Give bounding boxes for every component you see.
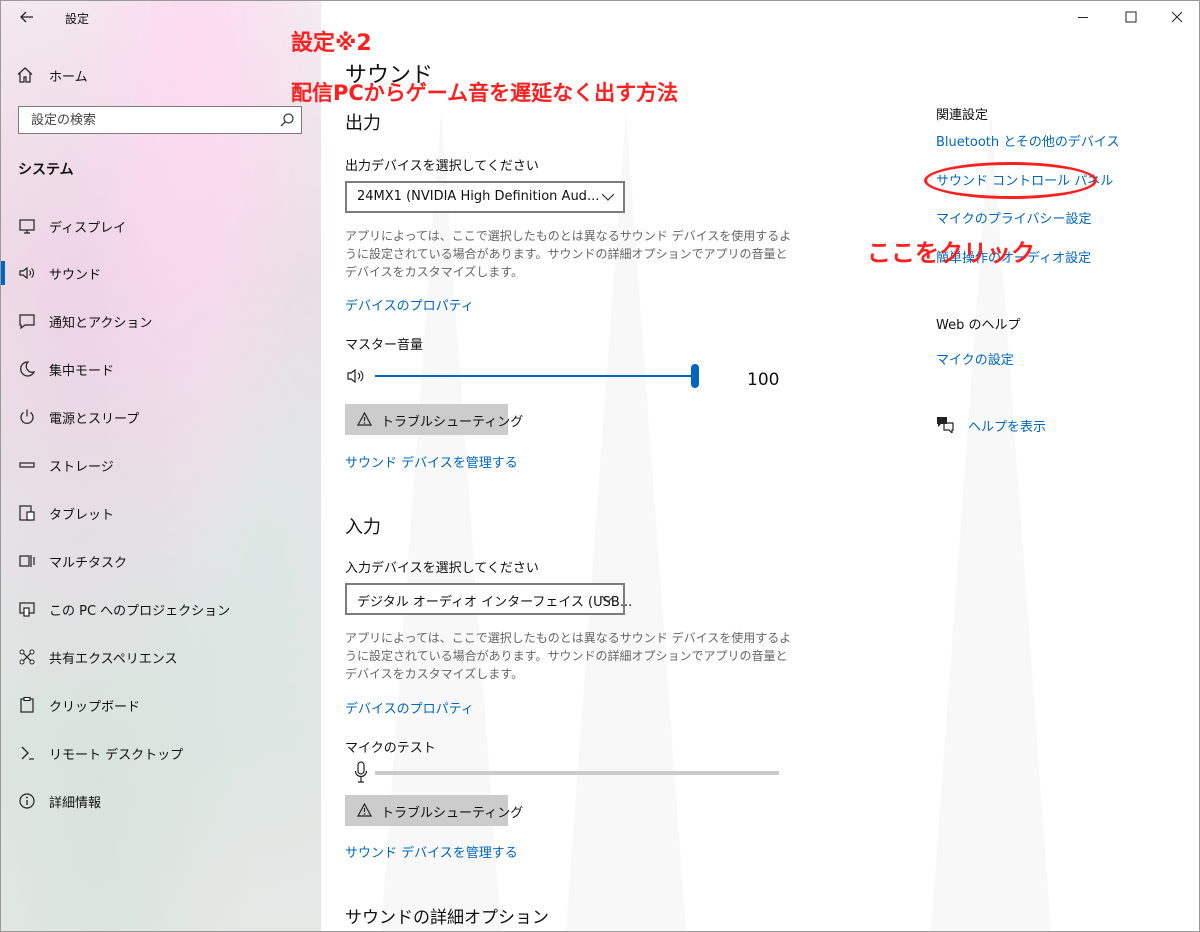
microphone-icon: [354, 761, 368, 783]
power-icon: [20, 409, 34, 424]
help-chat-icon: [937, 417, 954, 433]
search-icon[interactable]: [279, 112, 295, 128]
sidebar-item-remote-desktop[interactable]: リモート デスクトップ: [1, 735, 321, 771]
chevron-down-icon: [601, 193, 615, 201]
input-heading: 入力: [345, 517, 381, 538]
minimize-icon[interactable]: [1073, 7, 1093, 27]
input-troubleshoot-button[interactable]: トラブルシューティング: [345, 795, 523, 826]
sidebar-item-focus[interactable]: 集中モード: [1, 351, 321, 387]
close-icon[interactable]: [1167, 7, 1187, 27]
sidebar-item-label: リモート デスクトップ: [49, 748, 184, 763]
warning-icon: [357, 803, 372, 817]
sidebar-item-display[interactable]: ディスプレイ: [1, 208, 321, 244]
sidebar-item-label: 通知とアクション: [49, 316, 153, 331]
annotation-title-line1: 設定※2: [291, 31, 372, 56]
sidebar-item-clipboard[interactable]: クリップボード: [1, 687, 321, 723]
output-device-properties-link[interactable]: デバイスのプロパティ: [345, 295, 474, 314]
sidebar-item-tablet[interactable]: タブレット: [1, 495, 321, 531]
maximize-icon[interactable]: [1121, 7, 1141, 27]
related-settings-heading: 関連設定: [936, 108, 989, 123]
tablet-icon: [19, 505, 35, 521]
output-description: アプリによっては、ここで選択したものとは異なるサウンド デバイスを使用するように…: [345, 229, 792, 279]
mic-test-label: マイクのテスト: [345, 741, 436, 756]
input-device-label: 入力デバイスを選択してください: [345, 561, 539, 576]
home-icon: [17, 67, 33, 83]
sidebar-item-label: ディスプレイ: [49, 221, 127, 236]
back-arrow-icon: [20, 11, 33, 23]
sidebar-item-label: 集中モード: [49, 364, 115, 379]
sidebar-item-label: ストレージ: [49, 460, 114, 475]
input-device-properties-link[interactable]: デバイスのプロパティ: [345, 698, 474, 717]
input-device-value: デジタル オーディオ インターフェイス (USB...: [357, 595, 633, 610]
output-manage-devices-link[interactable]: サウンド デバイスを管理する: [345, 452, 518, 471]
troubleshoot-label: トラブルシューティング: [381, 414, 524, 429]
search-box[interactable]: [18, 106, 302, 134]
warning-icon: [357, 412, 372, 426]
storage-icon: [19, 462, 35, 468]
sidebar-item-storage[interactable]: ストレージ: [1, 447, 321, 483]
volume-icon[interactable]: [346, 367, 368, 385]
sidebar-item-notifications[interactable]: 通知とアクション: [1, 303, 321, 339]
multitask-icon: [19, 555, 35, 567]
speaker-icon: [19, 266, 34, 280]
output-device-value: 24MX1 (NVIDIA High Definition Aud...: [357, 189, 600, 204]
settings-window: 設定 ホーム システム ディスプレイ サウンド 通知とアクション 集中モード: [0, 0, 1200, 932]
input-manage-devices-link[interactable]: サウンド デバイスを管理する: [345, 842, 518, 861]
sidebar-item-projection[interactable]: この PC へのプロジェクション: [1, 591, 321, 627]
annotation-callout: ここをクリック: [867, 239, 1035, 267]
master-volume-label: マスター音量: [345, 338, 424, 353]
search-input[interactable]: [19, 107, 281, 133]
output-device-select[interactable]: 24MX1 (NVIDIA High Definition Aud...: [345, 181, 625, 213]
annotation-title-line2: 配信PCからゲーム音を遅延なく出す方法: [291, 81, 679, 105]
get-help-link[interactable]: ヘルプを表示: [968, 416, 1046, 435]
sidebar-item-sound[interactable]: サウンド: [1, 255, 321, 291]
info-icon: [19, 793, 35, 809]
web-help-heading: Web のヘルプ: [936, 318, 1021, 333]
sidebar-item-label: クリップボード: [49, 700, 141, 715]
sidebar: 設定 ホーム システム ディスプレイ サウンド 通知とアクション 集中モード: [1, 1, 321, 931]
annotation-highlight-ellipse: [924, 162, 1097, 199]
projection-icon: [19, 602, 35, 617]
mic-level-meter: [375, 771, 779, 775]
sidebar-item-label: サウンド: [49, 268, 102, 283]
sidebar-item-label: 共有エクスペリエンス: [49, 652, 178, 667]
related-link-bluetooth[interactable]: Bluetooth とその他のデバイス: [936, 131, 1119, 150]
home-label: ホーム: [49, 69, 88, 85]
monitor-icon: [19, 219, 35, 234]
sidebar-item-about[interactable]: 詳細情報: [1, 783, 321, 819]
sidebar-item-home[interactable]: ホーム: [15, 64, 88, 86]
sidebar-item-label: マルチタスク: [49, 556, 128, 571]
sidebar-item-label: この PC へのプロジェクション: [49, 604, 231, 619]
sidebar-item-multitasking[interactable]: マルチタスク: [1, 543, 321, 579]
share-icon: [19, 649, 35, 665]
related-link-mic-privacy[interactable]: マイクのプライバシー設定: [936, 208, 1091, 227]
master-volume-thumb[interactable]: [691, 364, 699, 388]
advanced-options-heading: サウンドの詳細オプション: [345, 908, 549, 928]
notification-icon: [19, 314, 35, 330]
active-indicator: [1, 261, 5, 285]
output-troubleshoot-button[interactable]: トラブルシューティング: [345, 404, 523, 435]
sidebar-item-power[interactable]: 電源とスリープ: [1, 399, 321, 435]
sidebar-item-label: タブレット: [49, 508, 115, 523]
master-volume-value: 100: [747, 370, 780, 390]
output-heading: 出力: [345, 113, 381, 134]
web-link-mic-setup[interactable]: マイクの設定: [936, 349, 1014, 368]
troubleshoot-label: トラブルシューティング: [381, 805, 524, 820]
input-device-select[interactable]: デジタル オーディオ インターフェイス (USB...: [345, 583, 632, 615]
input-description: アプリによっては、ここで選択したものとは異なるサウンド デバイスを使用するように…: [345, 631, 792, 681]
remote-desktop-icon: [21, 746, 34, 760]
back-button[interactable]: [19, 7, 35, 27]
output-device-label: 出力デバイスを選択してください: [345, 159, 539, 174]
chevron-down-icon: [601, 595, 615, 603]
moon-icon: [20, 361, 36, 377]
sidebar-item-label: 詳細情報: [49, 796, 102, 811]
sidebar-item-label: 電源とスリープ: [49, 412, 140, 427]
window-title: 設定: [65, 12, 90, 26]
section-title: システム: [18, 162, 74, 178]
clipboard-icon: [20, 696, 34, 713]
main-content: サウンド 出力 出力デバイスを選択してください 24MX1 (NVIDIA Hi…: [321, 1, 1199, 931]
master-volume-slider[interactable]: [375, 375, 697, 377]
sidebar-item-shared-experiences[interactable]: 共有エクスペリエンス: [1, 639, 321, 675]
